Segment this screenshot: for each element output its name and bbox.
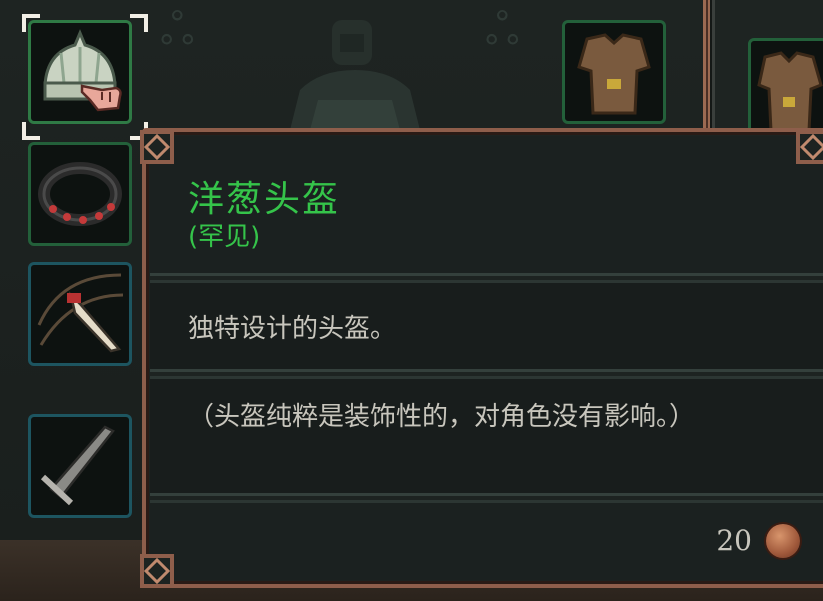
item-rarity: (罕见) xyxy=(188,222,261,252)
celtic-knot-corner-icon xyxy=(796,130,823,164)
inventory-slot-fang-necklace[interactable] xyxy=(28,262,132,366)
selection-corner xyxy=(22,14,40,32)
pointing-hand-icon xyxy=(80,84,122,112)
inventory-slot-leather-armor-secondary[interactable] xyxy=(748,38,823,142)
item-note: （头盔纯粹是装饰性的，对角色没有影响。） xyxy=(188,402,696,432)
swirl-ornament-icon: ஃ xyxy=(485,4,520,55)
tooltip-note-section xyxy=(150,376,823,496)
swirl-ornament-icon: ஃ xyxy=(160,4,195,55)
spiked-bracelet-icon xyxy=(38,162,122,226)
item-description: 独特设计的头盔。 xyxy=(188,314,397,344)
item-name: 洋葱头盔 xyxy=(188,179,341,220)
leather-armor-icon xyxy=(757,51,823,133)
leather-armor-icon xyxy=(577,33,651,115)
selection-corner xyxy=(130,14,148,32)
inventory-slot-pickaxe[interactable] xyxy=(28,414,132,518)
celtic-knot-corner-icon xyxy=(140,130,174,164)
inventory-slot-spiked-bracelet[interactable] xyxy=(28,142,132,246)
copper-coin-icon xyxy=(766,524,800,558)
character-silhouette xyxy=(290,20,420,130)
celtic-knot-corner-icon xyxy=(140,554,174,588)
inventory-slot-leather-armor[interactable] xyxy=(562,20,666,124)
pickaxe-icon xyxy=(40,425,115,506)
fang-necklace-icon xyxy=(37,273,124,353)
selection-corner xyxy=(22,122,40,140)
item-price: 20 xyxy=(716,524,752,557)
